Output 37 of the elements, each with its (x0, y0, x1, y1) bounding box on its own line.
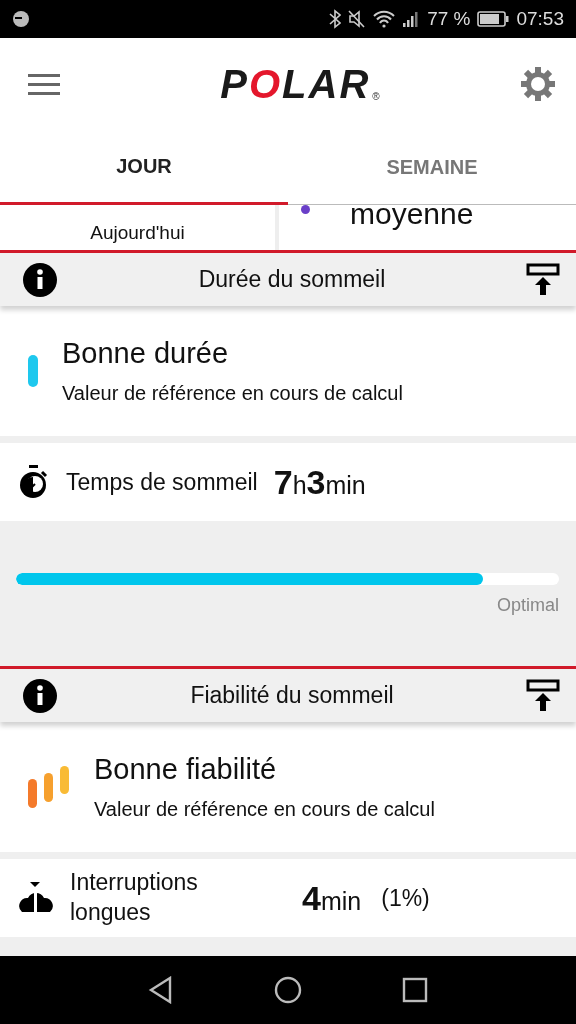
card-label: Aujourd'hui (90, 222, 185, 244)
rating-subtitle: Valeur de référence en cours de calcul (94, 798, 435, 821)
bluetooth-icon (329, 9, 342, 29)
menu-button[interactable] (28, 72, 60, 96)
pin-top-icon[interactable] (526, 262, 560, 297)
progress-label: Optimal (497, 595, 559, 616)
metric-value: 7h3min (273, 462, 366, 502)
battery-percent: 77 % (427, 8, 471, 30)
section-title: Durée du sommeil (197, 266, 387, 293)
rating-subtitle: Valeur de référence en cours de calcul (62, 382, 403, 405)
stopwatch-icon (18, 465, 50, 499)
rating-title: Bonne durée (62, 337, 230, 370)
info-icon[interactable] (22, 261, 58, 298)
settings-button[interactable] (520, 66, 556, 102)
level-bar-icon (28, 355, 38, 387)
notification-icon (12, 10, 30, 28)
brand-logo: POLAR (220, 64, 371, 104)
battery-icon (477, 11, 510, 27)
signal-icon (402, 10, 421, 28)
metric-label: Temps de sommeil (66, 468, 258, 496)
home-button[interactable] (274, 976, 302, 1004)
registered-mark: ® (372, 91, 380, 102)
pin-top-icon[interactable] (526, 678, 560, 713)
cloud-icon (18, 882, 54, 914)
section-title: Fiabilité du sommeil (189, 682, 395, 709)
metric-value: 4min (302, 878, 362, 918)
info-icon[interactable] (22, 677, 58, 714)
clock-time: 07:53 (516, 8, 564, 30)
back-button[interactable] (148, 976, 174, 1004)
bar-levels-icon (28, 766, 70, 808)
recents-button[interactable] (402, 977, 428, 1003)
metric-label: Interruptions longues (70, 868, 199, 927)
wifi-icon (373, 10, 396, 28)
mute-icon (348, 9, 367, 29)
metric-percent: (1%) (381, 884, 430, 912)
rating-title: Bonne fiabilité (94, 753, 278, 786)
card-label: moyenne (350, 205, 474, 229)
